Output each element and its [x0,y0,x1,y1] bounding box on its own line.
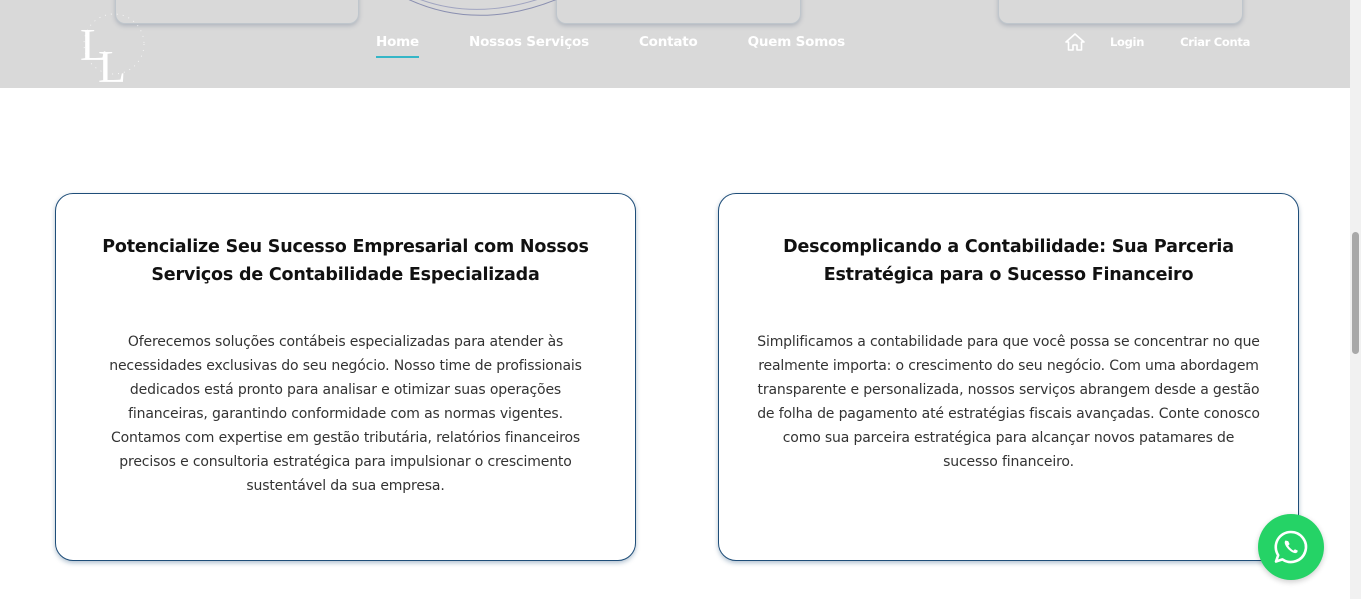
home-icon[interactable] [1065,33,1085,51]
account-links: Login Criar Conta [1065,33,1250,51]
nav-home[interactable]: Home [376,34,419,58]
signup-link[interactable]: Criar Conta [1180,35,1250,49]
nav-contato[interactable]: Contato [639,34,698,58]
service-card-peek [115,0,359,24]
card-body: Simplificamos a contabilidade para que v… [757,334,1260,470]
logo[interactable]: L L [78,4,150,88]
nav-nossos-servicos[interactable]: Nossos Serviços [469,34,589,58]
card-title: Potencialize Seu Sucesso Empresarial com… [102,237,589,285]
whatsapp-button[interactable] [1258,514,1324,580]
whatsapp-icon [1274,530,1308,564]
nav-quem-somos[interactable]: Quem Somos [748,34,846,58]
scrollbar-thumb[interactable] [1352,232,1359,354]
scrollbar[interactable] [1350,0,1361,599]
card-title: Descomplicando a Contabilidade: Sua Parc… [783,237,1234,285]
login-link[interactable]: Login [1110,35,1144,49]
main-nav: Home Nossos Serviços Contato Quem Somos [376,34,845,58]
logo-letter: L [98,41,126,84]
feature-card: Descomplicando a Contabilidade: Sua Parc… [718,193,1299,561]
decorative-arc [408,0,557,16]
card-body: Oferecemos soluções contábeis especializ… [109,334,582,494]
service-card-peek [998,0,1243,24]
service-card-peek [556,0,801,24]
site-header: L L Home Nossos Serviços Contato Quem So… [0,0,1350,88]
logo-mark: L L [80,13,145,88]
feature-card: Potencialize Seu Sucesso Empresarial com… [55,193,636,561]
page: L L Home Nossos Serviços Contato Quem So… [0,0,1361,599]
